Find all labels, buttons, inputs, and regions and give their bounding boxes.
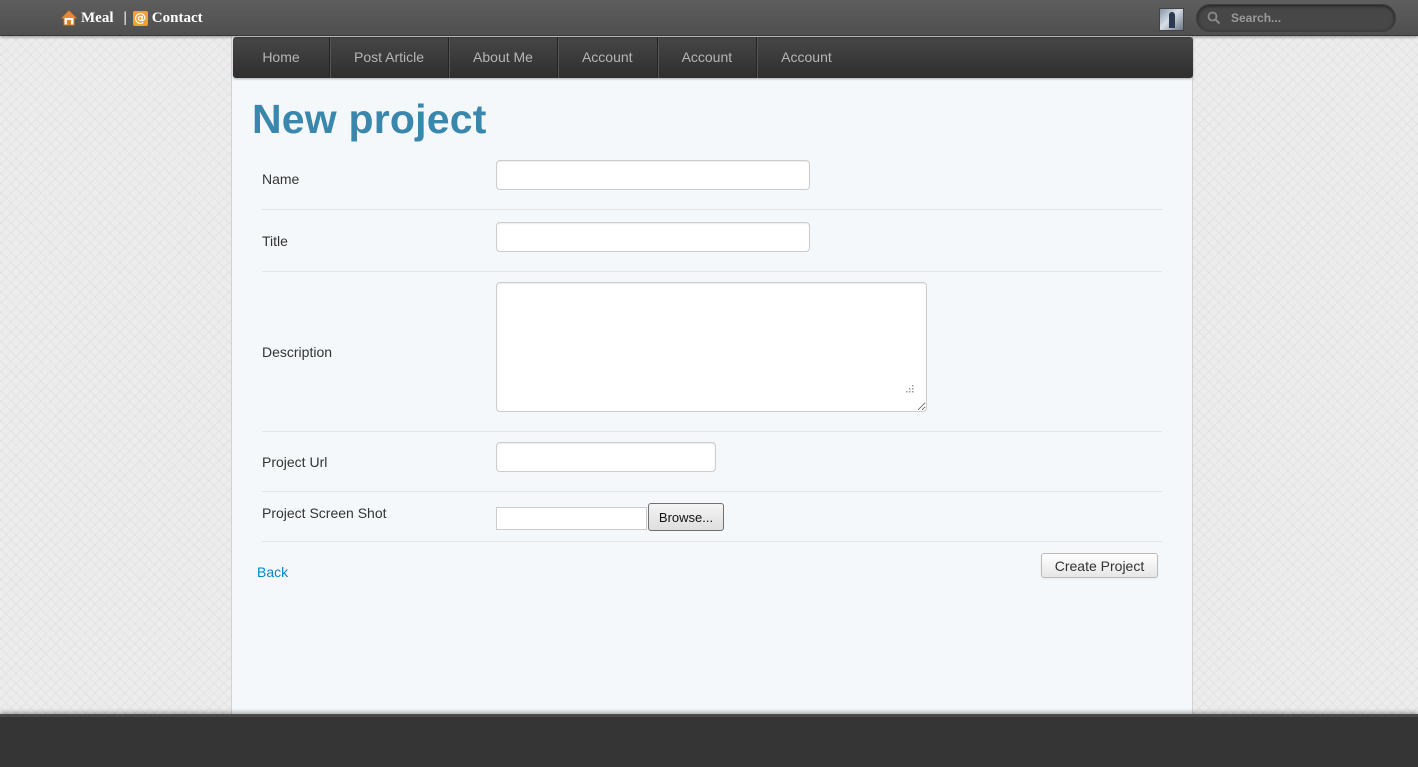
home-icon[interactable]: [60, 10, 78, 26]
description-field[interactable]: [496, 282, 927, 412]
search-input[interactable]: [1231, 9, 1386, 27]
back-link[interactable]: Back: [257, 564, 288, 580]
main-nav: Home Post Article About Me Account Accou…: [233, 37, 1193, 78]
create-project-button[interactable]: Create Project: [1041, 553, 1158, 578]
search-icon: [1207, 11, 1221, 25]
title-field[interactable]: [496, 222, 810, 252]
search-box: [1196, 4, 1396, 32]
main-container: Home Post Article About Me Account Accou…: [231, 36, 1193, 716]
footer: [0, 714, 1418, 767]
home-link[interactable]: Meal: [81, 10, 113, 27]
form-row-url: Project Url: [262, 432, 1162, 492]
name-label: Name: [262, 171, 300, 187]
file-path-field[interactable]: [496, 507, 647, 530]
nav-item-account-1[interactable]: Account: [558, 37, 658, 78]
top-bar: Meal | @ Contact: [0, 0, 1418, 36]
brand-separator: |: [123, 9, 127, 26]
form-row-title: Title: [262, 210, 1162, 272]
nav-item-post-article[interactable]: Post Article: [330, 37, 450, 78]
browse-button[interactable]: Browse...: [648, 503, 724, 531]
nav-item-account-2[interactable]: Account: [658, 37, 758, 78]
url-field[interactable]: [496, 442, 716, 472]
form-row-screenshot: Project Screen Shot Browse...: [262, 492, 1162, 542]
contact-link[interactable]: Contact: [152, 10, 203, 27]
nav-item-account-3[interactable]: Account: [757, 37, 856, 78]
name-field[interactable]: [496, 160, 810, 190]
url-label: Project Url: [262, 454, 328, 470]
brand: Meal | @ Contact: [60, 8, 203, 28]
nav-item-about-me[interactable]: About Me: [449, 37, 558, 78]
at-sign-icon[interactable]: @: [132, 10, 148, 26]
form-row-name: Name: [262, 150, 1162, 210]
avatar[interactable]: [1159, 8, 1184, 31]
screenshot-label: Project Screen Shot: [262, 505, 387, 521]
resize-grip-icon[interactable]: [903, 381, 915, 393]
nav-item-home[interactable]: Home: [233, 37, 330, 78]
form-row-description: Description: [262, 272, 1162, 432]
description-label: Description: [262, 344, 333, 360]
page-title: New project: [252, 96, 487, 142]
title-label: Title: [262, 233, 288, 249]
